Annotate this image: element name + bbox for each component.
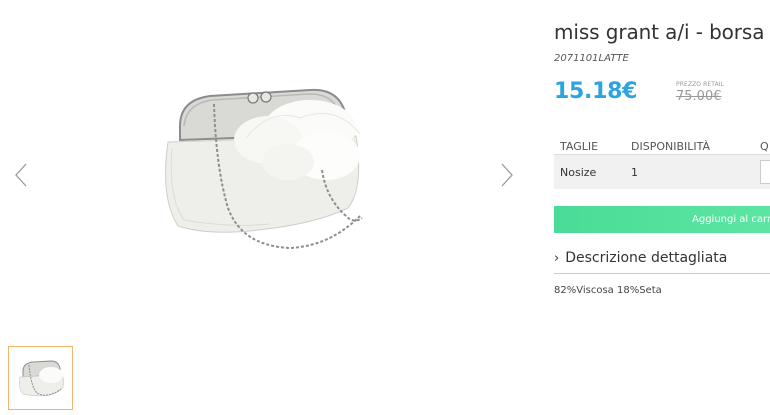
row-size: Nosize	[560, 166, 597, 179]
product-info-panel: miss grant a/i - borsa 2071101LATTE 15.1…	[554, 0, 770, 415]
header-quantity: Q	[760, 140, 769, 153]
product-thumbnail[interactable]	[8, 346, 73, 410]
product-gallery	[0, 0, 540, 345]
header-size: TAGLIE	[560, 140, 599, 153]
product-sku: 2071101LATTE	[554, 53, 629, 64]
chevron-right-icon: ›	[554, 251, 560, 266]
sizes-table-header: TAGLIE DISPONIBILITÀ Q	[554, 136, 770, 155]
product-main-image[interactable]	[150, 78, 380, 268]
description-toggle-label: Descrizione dettagliata	[565, 250, 728, 266]
product-price: 15.18€	[554, 79, 638, 104]
retail-price-label: PREZZO RETAIL	[676, 81, 725, 88]
product-title: miss grant a/i - borsa	[554, 20, 765, 44]
retail-price: 75.00€	[676, 89, 722, 104]
row-availability: 1	[631, 166, 638, 179]
previous-image-arrow-icon[interactable]	[12, 160, 32, 190]
sizes-table: TAGLIE DISPONIBILITÀ Q Nosize 1	[554, 136, 770, 189]
add-to-cart-button[interactable]: Aggiungi al carr	[554, 206, 770, 233]
product-composition: 82%Viscosa 18%Seta	[554, 285, 662, 296]
quantity-input[interactable]	[760, 160, 770, 184]
table-row: Nosize 1	[554, 155, 770, 189]
description-toggle[interactable]: › Descrizione dettagliata	[554, 250, 770, 274]
add-to-cart-label: Aggiungi al carr	[692, 214, 770, 225]
next-image-arrow-icon[interactable]	[497, 160, 517, 190]
header-availability: DISPONIBILITÀ	[631, 140, 711, 153]
